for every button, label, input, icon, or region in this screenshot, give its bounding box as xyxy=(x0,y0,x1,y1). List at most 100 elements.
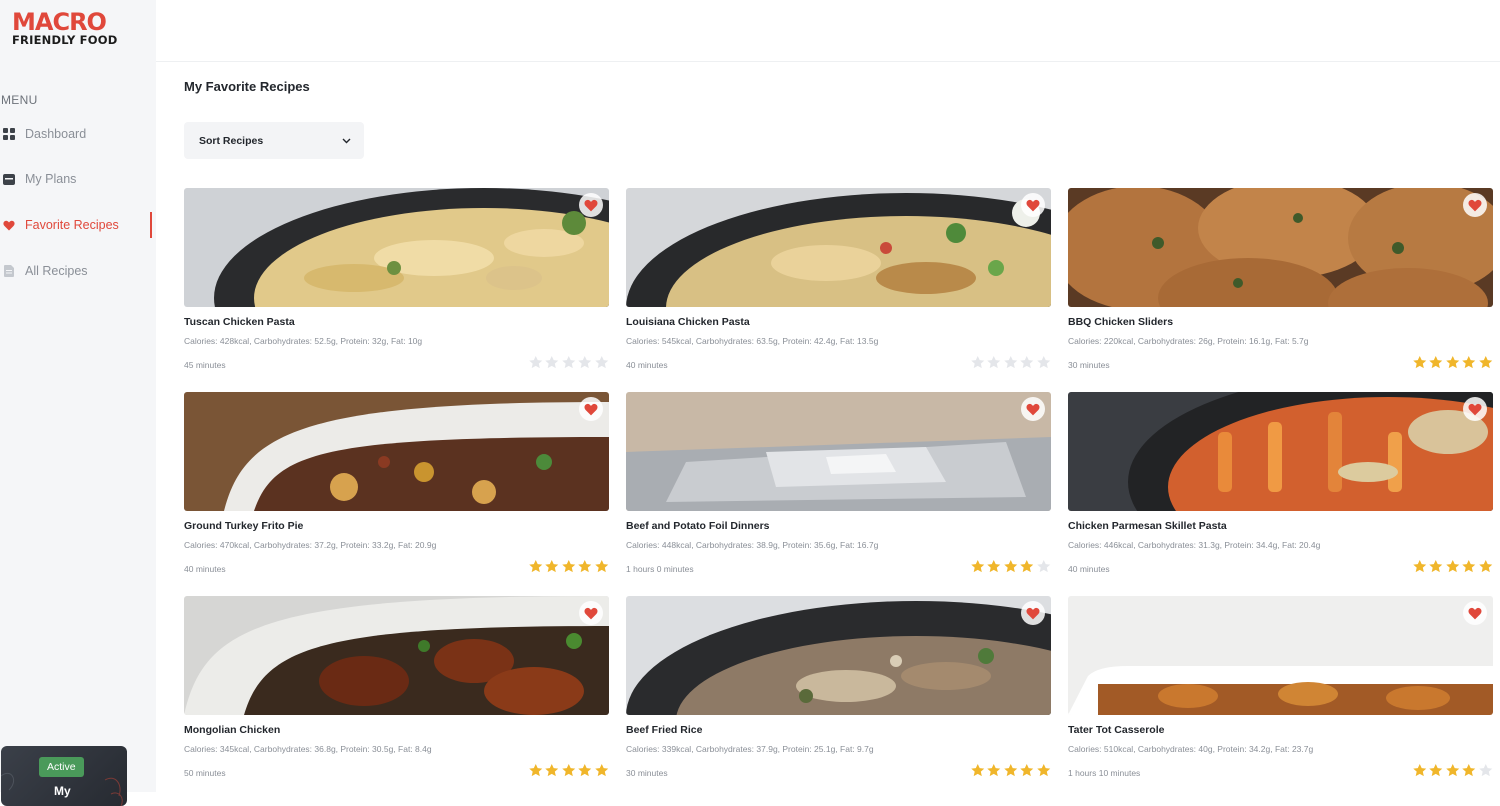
star-filled-icon[interactable] xyxy=(561,763,577,778)
recipe-image[interactable] xyxy=(626,392,1051,511)
sidebar-item-dashboard[interactable]: Dashboard xyxy=(0,119,156,149)
star-filled-icon[interactable] xyxy=(528,763,544,778)
favorite-toggle[interactable] xyxy=(579,397,603,421)
heart-icon xyxy=(2,218,16,232)
star-filled-icon[interactable] xyxy=(1019,559,1035,574)
recipe-name[interactable]: BBQ Chicken Sliders xyxy=(1068,316,1173,328)
star-empty-icon[interactable] xyxy=(594,355,610,370)
star-filled-icon[interactable] xyxy=(1445,559,1461,574)
active-plan-card[interactable]: Active My xyxy=(1,746,127,806)
star-rating[interactable] xyxy=(970,355,1052,370)
star-rating[interactable] xyxy=(970,559,1052,574)
star-filled-icon[interactable] xyxy=(970,763,986,778)
star-empty-icon[interactable] xyxy=(544,355,560,370)
star-empty-icon[interactable] xyxy=(1478,763,1494,778)
recipe-name[interactable]: Ground Turkey Frito Pie xyxy=(184,520,303,532)
star-empty-icon[interactable] xyxy=(1019,355,1035,370)
star-filled-icon[interactable] xyxy=(528,559,544,574)
star-filled-icon[interactable] xyxy=(561,559,577,574)
star-empty-icon[interactable] xyxy=(1003,355,1019,370)
star-filled-icon[interactable] xyxy=(577,559,593,574)
recipe-image[interactable] xyxy=(184,392,609,511)
favorite-toggle[interactable] xyxy=(1463,601,1487,625)
recipe-card[interactable]: Ground Turkey Frito Pie Calories: 470kca… xyxy=(184,392,609,582)
star-filled-icon[interactable] xyxy=(1461,763,1477,778)
recipe-image[interactable] xyxy=(1068,392,1493,511)
sidebar-item-my-plans[interactable]: My Plans xyxy=(0,164,156,194)
star-filled-icon[interactable] xyxy=(577,763,593,778)
star-filled-icon[interactable] xyxy=(1003,763,1019,778)
star-filled-icon[interactable] xyxy=(1445,763,1461,778)
favorite-toggle[interactable] xyxy=(579,193,603,217)
star-empty-icon[interactable] xyxy=(986,355,1002,370)
favorite-toggle[interactable] xyxy=(1463,193,1487,217)
star-filled-icon[interactable] xyxy=(544,559,560,574)
star-filled-icon[interactable] xyxy=(1412,355,1428,370)
star-filled-icon[interactable] xyxy=(1428,559,1444,574)
recipe-card[interactable]: Tuscan Chicken Pasta Calories: 428kcal, … xyxy=(184,188,609,378)
star-rating[interactable] xyxy=(1412,355,1494,370)
brand-logo[interactable]: MACRO FRIENDLY FOOD xyxy=(12,10,117,47)
recipe-image[interactable] xyxy=(1068,596,1493,715)
star-filled-icon[interactable] xyxy=(594,763,610,778)
plan-card-title: My xyxy=(54,784,71,798)
star-filled-icon[interactable] xyxy=(986,559,1002,574)
favorite-toggle[interactable] xyxy=(1463,397,1487,421)
recipe-name[interactable]: Tuscan Chicken Pasta xyxy=(184,316,295,328)
recipe-card[interactable]: Tater Tot Casserole Calories: 510kcal, C… xyxy=(1068,596,1493,786)
star-rating[interactable] xyxy=(1412,559,1494,574)
recipe-image[interactable] xyxy=(184,596,609,715)
recipe-card[interactable]: BBQ Chicken Sliders Calories: 220kcal, C… xyxy=(1068,188,1493,378)
star-filled-icon[interactable] xyxy=(1461,355,1477,370)
recipe-name[interactable]: Louisiana Chicken Pasta xyxy=(626,316,750,328)
recipe-card[interactable]: Chicken Parmesan Skillet Pasta Calories:… xyxy=(1068,392,1493,582)
star-empty-icon[interactable] xyxy=(1036,355,1052,370)
star-empty-icon[interactable] xyxy=(577,355,593,370)
star-rating[interactable] xyxy=(1412,763,1494,778)
star-filled-icon[interactable] xyxy=(1461,559,1477,574)
star-filled-icon[interactable] xyxy=(594,559,610,574)
star-empty-icon[interactable] xyxy=(970,355,986,370)
sidebar-item-favorite-recipes[interactable]: Favorite Recipes xyxy=(0,210,156,240)
recipe-name[interactable]: Beef and Potato Foil Dinners xyxy=(626,520,770,532)
recipe-card[interactable]: Beef and Potato Foil Dinners Calories: 4… xyxy=(626,392,1051,582)
star-filled-icon[interactable] xyxy=(1445,355,1461,370)
recipe-image[interactable] xyxy=(626,188,1051,307)
star-filled-icon[interactable] xyxy=(544,763,560,778)
sort-recipes-dropdown[interactable]: Sort Recipes xyxy=(184,122,364,159)
star-filled-icon[interactable] xyxy=(1428,355,1444,370)
recipe-name[interactable]: Beef Fried Rice xyxy=(626,724,702,736)
star-filled-icon[interactable] xyxy=(970,559,986,574)
star-empty-icon[interactable] xyxy=(561,355,577,370)
favorite-toggle[interactable] xyxy=(1021,193,1045,217)
sidebar-item-all-recipes[interactable]: All Recipes xyxy=(0,256,156,286)
recipe-card[interactable]: Louisiana Chicken Pasta Calories: 545kca… xyxy=(626,188,1051,378)
star-filled-icon[interactable] xyxy=(1036,763,1052,778)
star-filled-icon[interactable] xyxy=(1412,763,1428,778)
recipe-card[interactable]: Mongolian Chicken Calories: 345kcal, Car… xyxy=(184,596,609,786)
recipe-name[interactable]: Tater Tot Casserole xyxy=(1068,724,1164,736)
recipe-name[interactable]: Mongolian Chicken xyxy=(184,724,280,736)
favorite-toggle[interactable] xyxy=(1021,397,1045,421)
star-rating[interactable] xyxy=(528,763,610,778)
star-empty-icon[interactable] xyxy=(528,355,544,370)
star-rating[interactable] xyxy=(970,763,1052,778)
star-filled-icon[interactable] xyxy=(1412,559,1428,574)
star-filled-icon[interactable] xyxy=(986,763,1002,778)
star-rating[interactable] xyxy=(528,559,610,574)
favorite-toggle[interactable] xyxy=(1021,601,1045,625)
star-filled-icon[interactable] xyxy=(1478,559,1494,574)
recipe-card[interactable]: Beef Fried Rice Calories: 339kcal, Carbo… xyxy=(626,596,1051,786)
star-filled-icon[interactable] xyxy=(1019,763,1035,778)
recipe-image[interactable] xyxy=(184,188,609,307)
star-filled-icon[interactable] xyxy=(1003,559,1019,574)
recipe-image[interactable] xyxy=(1068,188,1493,307)
favorite-toggle[interactable] xyxy=(579,601,603,625)
star-filled-icon[interactable] xyxy=(1478,355,1494,370)
recipe-name[interactable]: Chicken Parmesan Skillet Pasta xyxy=(1068,520,1227,532)
star-rating[interactable] xyxy=(528,355,610,370)
star-filled-icon[interactable] xyxy=(1428,763,1444,778)
star-empty-icon[interactable] xyxy=(1036,559,1052,574)
recipe-image[interactable] xyxy=(626,596,1051,715)
top-header xyxy=(156,0,1500,62)
